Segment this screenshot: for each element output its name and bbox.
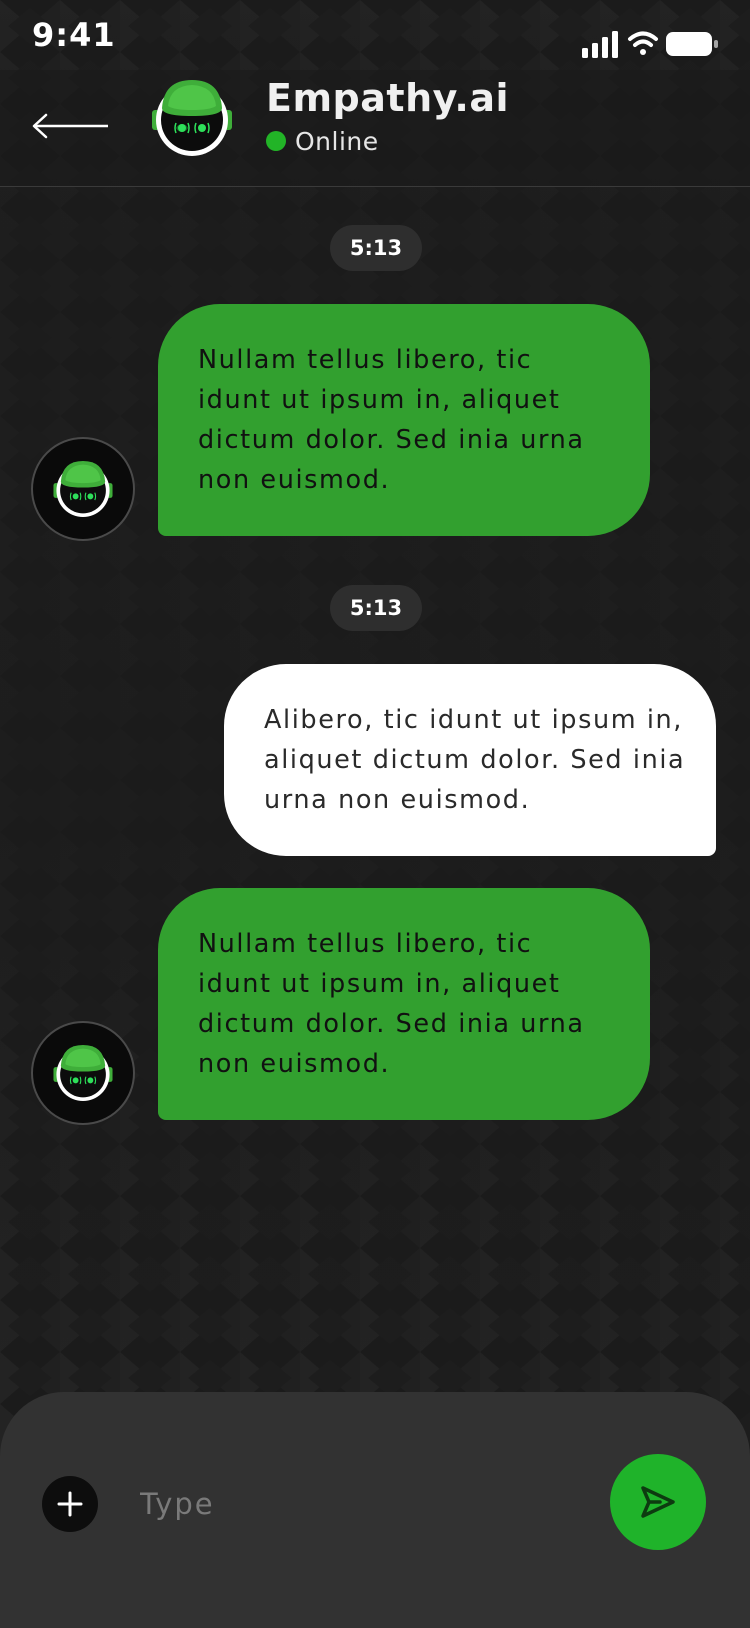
robot-icon [53, 1044, 113, 1102]
back-button[interactable] [30, 110, 110, 142]
status-bar: 9:41 [0, 0, 750, 70]
wifi-icon [628, 31, 658, 55]
plus-icon [57, 1491, 83, 1517]
bot-avatar [31, 437, 135, 541]
robot-icon [53, 460, 113, 518]
message-composer [0, 1392, 750, 1628]
status-icons [582, 28, 722, 64]
bot-avatar-header[interactable] [150, 76, 234, 160]
cellular-signal-icon [582, 31, 618, 58]
send-button[interactable] [610, 1454, 706, 1550]
message-input[interactable] [140, 1472, 580, 1536]
arrow-left-icon [32, 113, 108, 139]
message-timestamp: 5:13 [330, 225, 422, 271]
attach-button[interactable] [42, 1476, 98, 1532]
user-message-bubble: Alibero, tic idunt ut ipsum in, aliquet … [224, 664, 716, 856]
status-time: 9:41 [32, 16, 116, 54]
message-timestamp: 5:13 [330, 585, 422, 631]
send-icon [641, 1486, 675, 1518]
chat-title: Empathy.ai [266, 76, 510, 120]
battery-icon [666, 32, 718, 56]
presence-label: Online [295, 126, 379, 156]
message-list[interactable]: 5:13 Nullam tellus libero, tic idunt ut … [0, 187, 750, 1387]
bot-message-bubble: Nullam tellus libero, tic idunt ut ipsum… [158, 888, 650, 1120]
presence-status: Online [266, 126, 379, 156]
bot-avatar [31, 1021, 135, 1125]
robot-icon [152, 80, 232, 156]
chat-header: Empathy.ai Online [0, 70, 750, 187]
online-dot-icon [266, 131, 286, 151]
bot-message-bubble: Nullam tellus libero, tic idunt ut ipsum… [158, 304, 650, 536]
